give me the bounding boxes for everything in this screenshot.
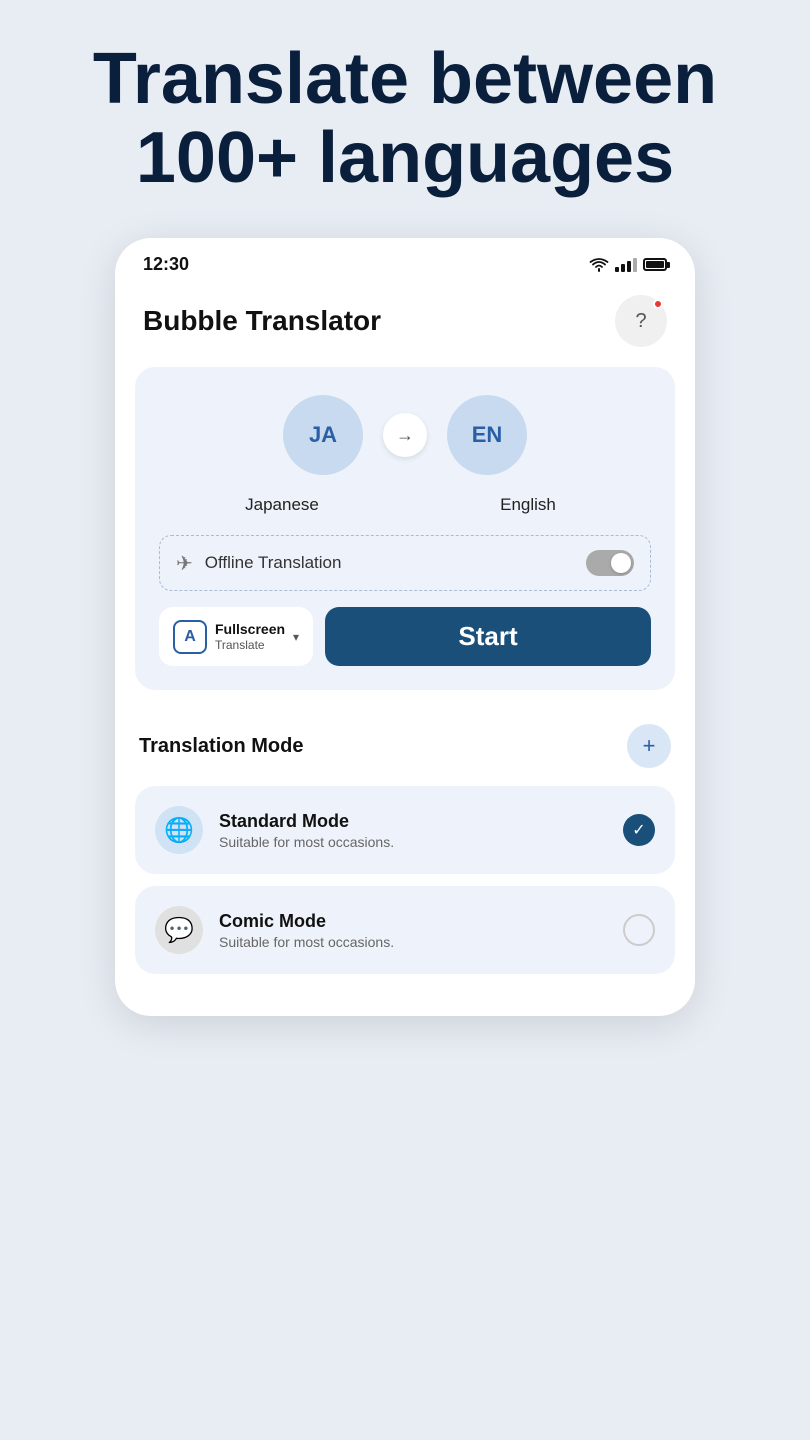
language-selector: JA → EN [159, 395, 651, 475]
mode-item-standard[interactable]: 🌐 Standard Mode Suitable for most occasi… [135, 786, 675, 874]
comic-mode-desc: Suitable for most occasions. [219, 934, 607, 950]
standard-mode-check: ✓ [623, 814, 655, 846]
app-title: Bubble Translator [143, 305, 381, 337]
language-card: JA → EN Japanese English ✈ Offline Trans… [135, 367, 675, 690]
card-bottom: A Fullscreen Translate ▾ Start [159, 607, 651, 666]
source-language-label: Japanese [242, 495, 322, 515]
translation-mode-section: Translation Mode + 🌐 Standard Mode Suita… [115, 706, 695, 974]
hero-title: Translate between 100+ languages [20, 40, 790, 198]
mode-name: Fullscreen [215, 621, 285, 638]
offline-translation-row: ✈ Offline Translation [159, 535, 651, 591]
comic-mode-icon: 💬 [155, 906, 203, 954]
app-header: Bubble Translator ? [115, 283, 695, 367]
offline-toggle[interactable] [586, 550, 634, 576]
signal-icon [615, 258, 637, 272]
mode-sub: Translate [215, 638, 285, 652]
toggle-thumb [611, 553, 631, 573]
offline-translation-label: Offline Translation [205, 553, 574, 573]
status-icons [589, 258, 667, 272]
help-question-icon: ? [635, 310, 646, 333]
comic-mode-text: Comic Mode Suitable for most occasions. [219, 911, 607, 950]
phone-mockup: 12:30 Bubble Translator [115, 238, 695, 1016]
comic-mode-uncheck [623, 914, 655, 946]
standard-mode-desc: Suitable for most occasions. [219, 834, 607, 850]
dropdown-arrow-icon: ▾ [293, 630, 299, 644]
notification-dot [653, 299, 663, 309]
source-language-button[interactable]: JA [283, 395, 363, 475]
section-header: Translation Mode + [135, 706, 675, 786]
status-time: 12:30 [143, 254, 189, 275]
airplane-icon: ✈ [176, 551, 193, 576]
standard-mode-name: Standard Mode [219, 811, 607, 832]
target-language-label: English [488, 495, 568, 515]
language-labels: Japanese English [159, 495, 651, 515]
target-language-button[interactable]: EN [447, 395, 527, 475]
status-bar: 12:30 [115, 238, 695, 283]
swap-languages-button[interactable]: → [383, 413, 427, 457]
wifi-icon [589, 258, 609, 272]
mode-item-comic[interactable]: 💬 Comic Mode Suitable for most occasions… [135, 886, 675, 974]
add-mode-button[interactable]: + [627, 724, 671, 768]
battery-icon [643, 258, 667, 271]
comic-mode-name: Comic Mode [219, 911, 607, 932]
mode-selector-button[interactable]: A Fullscreen Translate ▾ [159, 607, 313, 666]
standard-mode-icon: 🌐 [155, 806, 203, 854]
standard-mode-text: Standard Mode Suitable for most occasion… [219, 811, 607, 850]
help-button[interactable]: ? [615, 295, 667, 347]
mode-icon: A [173, 620, 207, 654]
section-title: Translation Mode [139, 735, 303, 758]
start-button[interactable]: Start [325, 607, 651, 666]
mode-text: Fullscreen Translate [215, 621, 285, 652]
